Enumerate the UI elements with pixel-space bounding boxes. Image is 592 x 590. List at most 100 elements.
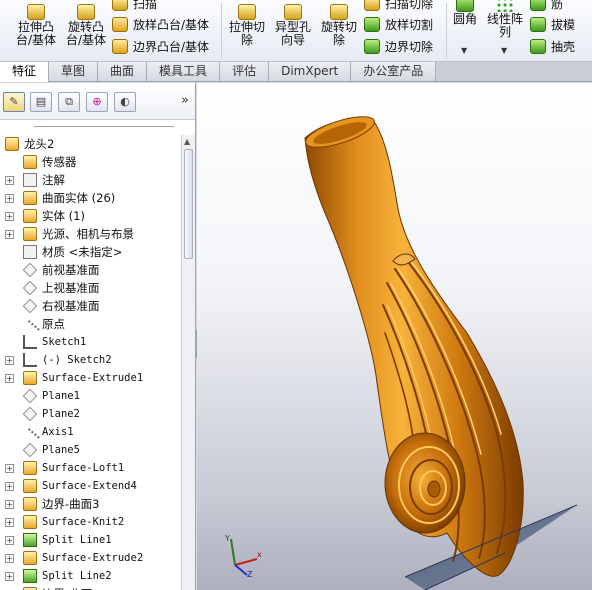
extrude-cut-button[interactable]: 拉伸切 除 (226, 4, 268, 47)
tree-item[interactable]: Sketch1 (0, 333, 180, 351)
expand-plus-icon[interactable]: + (5, 500, 14, 509)
tree-item-label: (-) Sketch2 (42, 354, 112, 366)
tab-mold-tools[interactable]: 模具工具 (147, 62, 221, 81)
tree-item[interactable]: + (-) Sketch2 (0, 351, 180, 369)
tree-item[interactable]: + 实体 (1) (0, 207, 180, 225)
sweep-cut-button[interactable]: 扫描切除 (364, 0, 433, 13)
tab-evaluate[interactable]: 评估 (220, 62, 270, 81)
tree-item[interactable]: + Surface-Extrude1 (0, 369, 180, 387)
tree-item[interactable]: + Split Line1 (0, 531, 180, 549)
shell-icon (530, 39, 546, 54)
expand-plus-icon[interactable]: + (5, 518, 14, 527)
revolve-cut-button[interactable]: 旋转切 除 (318, 4, 360, 47)
tab-office-products[interactable]: 办公室产品 (351, 62, 437, 81)
loft-cut-button[interactable]: 放样切割 (364, 15, 433, 34)
tree-item-label: 注解 (42, 173, 65, 187)
tree-item-label: 材质 <未指定> (42, 245, 123, 259)
scroll-up-icon[interactable]: ▲ (184, 137, 190, 146)
sweep-button[interactable]: 扫描 (112, 0, 157, 13)
tree-item[interactable]: + Surface-Loft1 (0, 459, 180, 477)
tree-item-label: Plane5 (42, 444, 80, 456)
expand-plus-icon[interactable]: + (5, 212, 14, 221)
tree-item[interactable]: Plane1 (0, 387, 180, 405)
property-manager-tab-icon[interactable]: ▤ (30, 92, 52, 112)
tree-item[interactable]: + 注解 (0, 171, 180, 189)
tree-item[interactable]: 前视基准面 (0, 261, 180, 279)
surface-extrude-icon (23, 371, 37, 385)
tree-item[interactable]: + 边界-曲面3 (0, 495, 180, 513)
tree-item[interactable]: 右视基准面 (0, 297, 180, 315)
tree-item[interactable]: 龙头2 (0, 135, 180, 153)
tree-item[interactable]: + Split Line2 (0, 567, 180, 585)
expand-plus-icon[interactable]: + (5, 230, 14, 239)
tree-item[interactable]: 上视基准面 (0, 279, 180, 297)
graphics-area[interactable]: Y x Z (197, 83, 592, 590)
expand-plus-icon[interactable]: + (5, 176, 14, 185)
tree-item[interactable]: 材质 <未指定> (0, 243, 180, 261)
expand-plus-icon[interactable]: + (5, 374, 14, 383)
fillet-icon (456, 0, 474, 12)
tree-item-label: 光源、相机与布景 (42, 227, 134, 241)
tree-item[interactable]: Plane5 (0, 441, 180, 459)
tab-features[interactable]: 特征 (0, 62, 50, 82)
pattern-dropdown-icon[interactable]: ▼ (501, 46, 507, 55)
tree-item-label: 原点 (42, 317, 65, 331)
draft-button[interactable]: 拔模 (530, 15, 575, 34)
fillet-button[interactable]: 圆角 (449, 0, 481, 26)
tab-surfaces[interactable]: 曲面 (98, 62, 148, 81)
tree-filter-field[interactable] (34, 113, 174, 127)
plane-icon (22, 280, 38, 296)
shell-button[interactable]: 抽壳 (530, 37, 575, 56)
surface-knit-icon (23, 515, 37, 529)
feature-manager-tab-icon[interactable]: ✎ (3, 92, 25, 112)
expand-plus-icon[interactable]: + (5, 194, 14, 203)
configuration-manager-tab-icon[interactable]: ⧉ (58, 92, 80, 112)
display-manager-tab-icon[interactable]: ◐ (114, 92, 136, 112)
revolve-cut-icon (330, 4, 348, 20)
linear-pattern-button[interactable]: 线性阵 列 (484, 0, 526, 39)
tree-item[interactable]: + Surface-Extend4 (0, 477, 180, 495)
hole-wizard-button[interactable]: 异型孔 向导 (272, 4, 314, 47)
loft-boss-button[interactable]: 放样凸台/基体 (112, 15, 209, 34)
extrude-boss-button[interactable]: 拉伸凸 台/基体 (12, 4, 60, 47)
rib-button[interactable]: 筋 (530, 0, 563, 13)
tree-item[interactable]: +边界-曲面 (0, 585, 180, 590)
expand-plus-icon[interactable]: + (5, 464, 14, 473)
plane-icon (22, 442, 38, 458)
tree-item[interactable]: + 光源、相机与布景 (0, 225, 180, 243)
scroll-thumb[interactable] (184, 149, 193, 259)
tree-item-label: Surface-Extrude2 (42, 552, 144, 564)
tree-item[interactable]: Plane2 (0, 405, 180, 423)
sweep-icon (112, 0, 128, 11)
lights-icon (23, 227, 37, 241)
expand-plus-icon[interactable]: + (5, 356, 14, 365)
tab-dimxpert[interactable]: DimXpert (269, 62, 352, 81)
expand-plus-icon[interactable]: + (5, 572, 14, 581)
expand-plus-icon[interactable]: + (5, 536, 14, 545)
tab-sketch[interactable]: 草图 (49, 62, 99, 81)
feature-manager-panel: ✎ ▤ ⧉ ⊕ ◐ » 龙头2 传感器 + 注解 + 曲面实体 (26) + 实体 (1) + 光… (0, 83, 196, 590)
fillet-dropdown-icon[interactable]: ▼ (461, 46, 467, 55)
surface-extend-icon (23, 479, 37, 493)
rib-icon (530, 0, 546, 11)
dimxpert-manager-tab-icon[interactable]: ⊕ (86, 92, 108, 112)
expand-plus-icon[interactable]: + (5, 554, 14, 563)
tree-scrollbar[interactable]: ▲ (181, 135, 195, 590)
tree-item[interactable]: + Surface-Knit2 (0, 513, 180, 531)
tree-item[interactable]: Axis1 (0, 423, 180, 448)
revolve-boss-button[interactable]: 旋转凸 台/基体 (62, 4, 110, 47)
chevron-right-icon[interactable]: » (181, 93, 189, 108)
extrude-boss-icon (27, 4, 45, 20)
tree-item-label: Split Line1 (42, 534, 112, 546)
plane-icon (22, 388, 38, 404)
sketch-icon (23, 353, 37, 367)
expand-plus-icon[interactable]: + (5, 482, 14, 491)
tree-item[interactable]: + 曲面实体 (26) (0, 189, 180, 207)
tree-item[interactable]: + Surface-Extrude2 (0, 549, 180, 567)
material-icon (23, 245, 37, 259)
tree-item[interactable]: 传感器 (0, 153, 180, 171)
boundary-boss-button[interactable]: 边界凸台/基体 (112, 37, 209, 56)
tree-item-label: Split Line2 (42, 570, 112, 582)
boundary-cut-button[interactable]: 边界切除 (364, 37, 433, 56)
tree-item[interactable]: 原点 (0, 315, 180, 340)
